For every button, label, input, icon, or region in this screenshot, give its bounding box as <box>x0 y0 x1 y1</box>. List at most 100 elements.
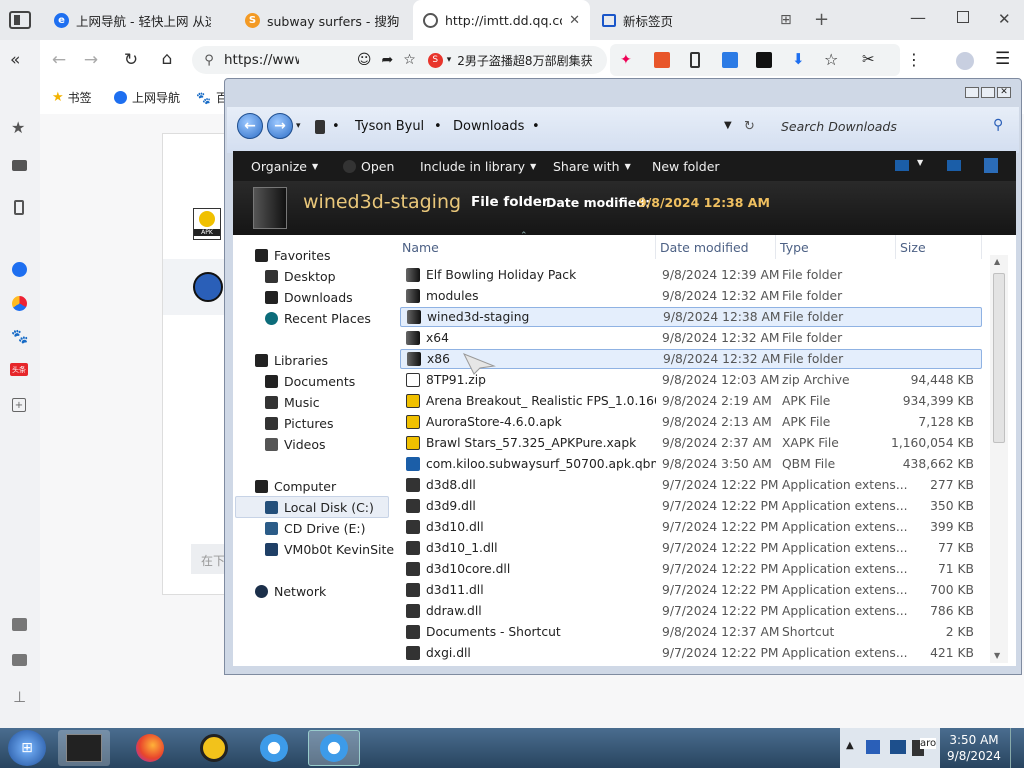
window-close-icon[interactable]: ✕ <box>997 87 1011 98</box>
breadcrumb-downloads[interactable]: Downloads <box>453 119 524 134</box>
nav-videos[interactable]: Videos <box>265 434 326 454</box>
file-row[interactable]: d3d9.dll 9/7/2024 12:22 PM Application e… <box>400 496 982 516</box>
favorite-icon[interactable]: ☆ <box>403 52 416 68</box>
tab-navigation[interactable]: e 上网导航 - 轻快上网 从这 <box>44 0 226 40</box>
folder-icon[interactable] <box>12 160 27 171</box>
column-type[interactable]: Type <box>776 235 896 259</box>
nav-desktop[interactable]: Desktop <box>265 266 336 286</box>
menu-icon[interactable]: ☰ <box>995 49 1010 69</box>
tab-subway-search[interactable]: S subway surfers - 搜狗 <box>235 0 415 40</box>
file-row[interactable]: d3d11.dll 9/7/2024 12:22 PM Application … <box>400 580 982 600</box>
pin-icon[interactable]: ⊥ <box>13 688 26 706</box>
collapse-panel-icon[interactable]: « <box>10 50 20 70</box>
address-bar[interactable]: ⚲ https://www ☺ ➦ ☆ S ▾ 2男子盗播超8万部剧集获 <box>192 46 607 74</box>
bookmark-star-icon[interactable]: ☆ <box>824 50 838 69</box>
new-folder-button[interactable]: New folder <box>652 151 720 181</box>
file-row[interactable]: Elf Bowling Holiday Pack 9/8/2024 12:39 … <box>400 265 982 285</box>
include-library-button[interactable]: Include in library ▼ <box>420 151 536 181</box>
sidebar-toggle-icon[interactable] <box>9 11 31 29</box>
open-button[interactable]: Open <box>343 151 394 181</box>
file-row[interactable]: com.kiloo.subwaysurf_50700.apk.qbm 9/8/2… <box>400 454 982 474</box>
share-icon[interactable]: ➦ <box>381 52 393 68</box>
minimize-icon[interactable]: — <box>910 8 926 27</box>
share-with-button[interactable]: Share with ▼ <box>553 151 631 181</box>
nav-network[interactable]: Network <box>255 581 326 601</box>
home-icon[interactable]: ⌂ <box>156 48 178 70</box>
extension-mobile-icon[interactable] <box>690 52 700 68</box>
nav-computer[interactable]: Computer <box>255 476 336 496</box>
screenshot-icon[interactable]: ✂ <box>862 50 875 68</box>
organize-button[interactable]: Organize ▼ <box>251 151 318 181</box>
search-magnifier-icon[interactable]: ⚲ <box>993 117 1003 133</box>
help-icon[interactable] <box>984 158 998 173</box>
add-app-icon[interactable]: + <box>12 398 26 412</box>
column-date[interactable]: Date modified <box>656 235 776 259</box>
nav-recent[interactable]: Recent Places <box>265 308 371 328</box>
tray-expand-icon[interactable]: ▲ <box>846 740 854 751</box>
nav-network-share[interactable]: VM0b0t KevinSite <box>265 539 394 559</box>
nav-downloads[interactable]: Downloads <box>265 287 353 307</box>
file-row[interactable]: x64 9/8/2024 12:32 AM File folder <box>400 328 982 348</box>
nav-local-disk[interactable]: Local Disk (C:) <box>265 497 374 517</box>
file-row[interactable]: d3d10_1.dll 9/7/2024 12:22 PM Applicatio… <box>400 538 982 558</box>
search-box[interactable]: Search Downloads ⚲ <box>767 115 1017 139</box>
file-row[interactable]: wined3d-staging 9/8/2024 12:38 AM File f… <box>400 307 982 327</box>
breadcrumb-user[interactable]: Tyson Byul <box>355 119 424 134</box>
taskbar-aurora[interactable] <box>188 730 240 766</box>
extension-pdf-icon[interactable] <box>654 52 670 68</box>
nav-libraries[interactable]: Libraries <box>255 350 328 370</box>
clock[interactable]: 3:50 AM 9/8/2024 <box>944 732 1004 766</box>
start-button[interactable]: ⊞ <box>8 730 46 766</box>
close-tab-icon[interactable]: ✕ <box>569 13 580 28</box>
scroll-down-icon[interactable]: ▼ <box>994 651 1000 660</box>
more-vertical-icon[interactable]: ⋮ <box>906 50 922 69</box>
file-row[interactable]: Arena Breakout_ Realistic FPS_1.0.160.16… <box>400 391 982 411</box>
restore-icon[interactable] <box>957 11 969 23</box>
tray-network-icon[interactable] <box>890 740 906 754</box>
colorful-app-icon[interactable] <box>12 296 27 311</box>
close-window-icon[interactable]: ✕ <box>998 10 1011 28</box>
baidu-paw-icon[interactable]: 🐾 <box>11 329 28 345</box>
reload-icon[interactable]: ↻ <box>120 49 142 71</box>
file-row[interactable]: d3d10core.dll 9/7/2024 12:22 PM Applicat… <box>400 559 982 579</box>
file-row[interactable]: modules 9/8/2024 12:32 AM File folder <box>400 286 982 306</box>
file-row[interactable]: dxgi.dll 9/7/2024 12:22 PM Application e… <box>400 643 982 663</box>
tab-manager-icon[interactable]: ⊞ <box>780 12 792 28</box>
toolbox-icon[interactable] <box>12 654 27 666</box>
recent-pages-icon[interactable]: ▾ <box>296 121 301 131</box>
avatar-icon[interactable] <box>956 52 974 70</box>
file-row[interactable]: Documents - Shortcut 9/8/2024 12:37 AM S… <box>400 622 982 642</box>
window-title-bar[interactable]: ✕ <box>225 79 1021 107</box>
bookmark-navigation[interactable]: 上网导航 <box>114 89 180 106</box>
news-app-icon[interactable]: 头条 <box>10 363 28 376</box>
refresh-icon[interactable]: ↻ <box>744 119 755 134</box>
taskbar-browser-1[interactable] <box>248 730 300 766</box>
bot-icon[interactable]: ☺ <box>357 52 372 68</box>
extension-gem-icon[interactable]: ✦ <box>620 52 632 68</box>
nav-favorites[interactable]: Favorites <box>255 245 330 265</box>
file-row[interactable]: d3d8.dll 9/7/2024 12:22 PM Application e… <box>400 475 982 495</box>
tab-active-download[interactable]: http://imtt.dd.qq.co ✕ <box>413 0 590 40</box>
nav-music[interactable]: Music <box>265 392 320 412</box>
scrollbar-thumb[interactable] <box>993 273 1005 443</box>
nav-documents[interactable]: Documents <box>265 371 355 391</box>
tray-app-icon[interactable] <box>866 740 880 754</box>
file-row[interactable]: AuroraStore-4.6.0.apk 9/8/2024 2:13 AM A… <box>400 412 982 432</box>
nav-cd-drive[interactable]: CD Drive (E:) <box>265 518 366 538</box>
inbox-icon[interactable] <box>12 618 27 631</box>
address-dropdown-icon[interactable]: ▼ <box>724 120 732 131</box>
window-minimize-icon[interactable] <box>965 87 979 98</box>
vertical-scrollbar[interactable]: ▲ ▼ <box>990 255 1008 663</box>
forward-icon[interactable]: → <box>80 49 102 71</box>
browser-app-icon[interactable] <box>12 262 27 277</box>
window-maximize-icon[interactable] <box>981 87 995 98</box>
taskbar-explorer[interactable] <box>58 730 110 766</box>
new-tab-plus-icon[interactable]: + <box>814 9 829 30</box>
nav-pictures[interactable]: Pictures <box>265 413 334 433</box>
download-icon[interactable]: ⬇ <box>792 50 805 68</box>
explorer-back-button[interactable]: ← <box>237 113 263 139</box>
scroll-up-icon[interactable]: ▲ <box>994 257 1000 266</box>
search-engine-icon[interactable]: S <box>427 52 443 68</box>
extension-stock-icon[interactable] <box>756 52 772 68</box>
extension-translate-icon[interactable] <box>722 52 738 68</box>
